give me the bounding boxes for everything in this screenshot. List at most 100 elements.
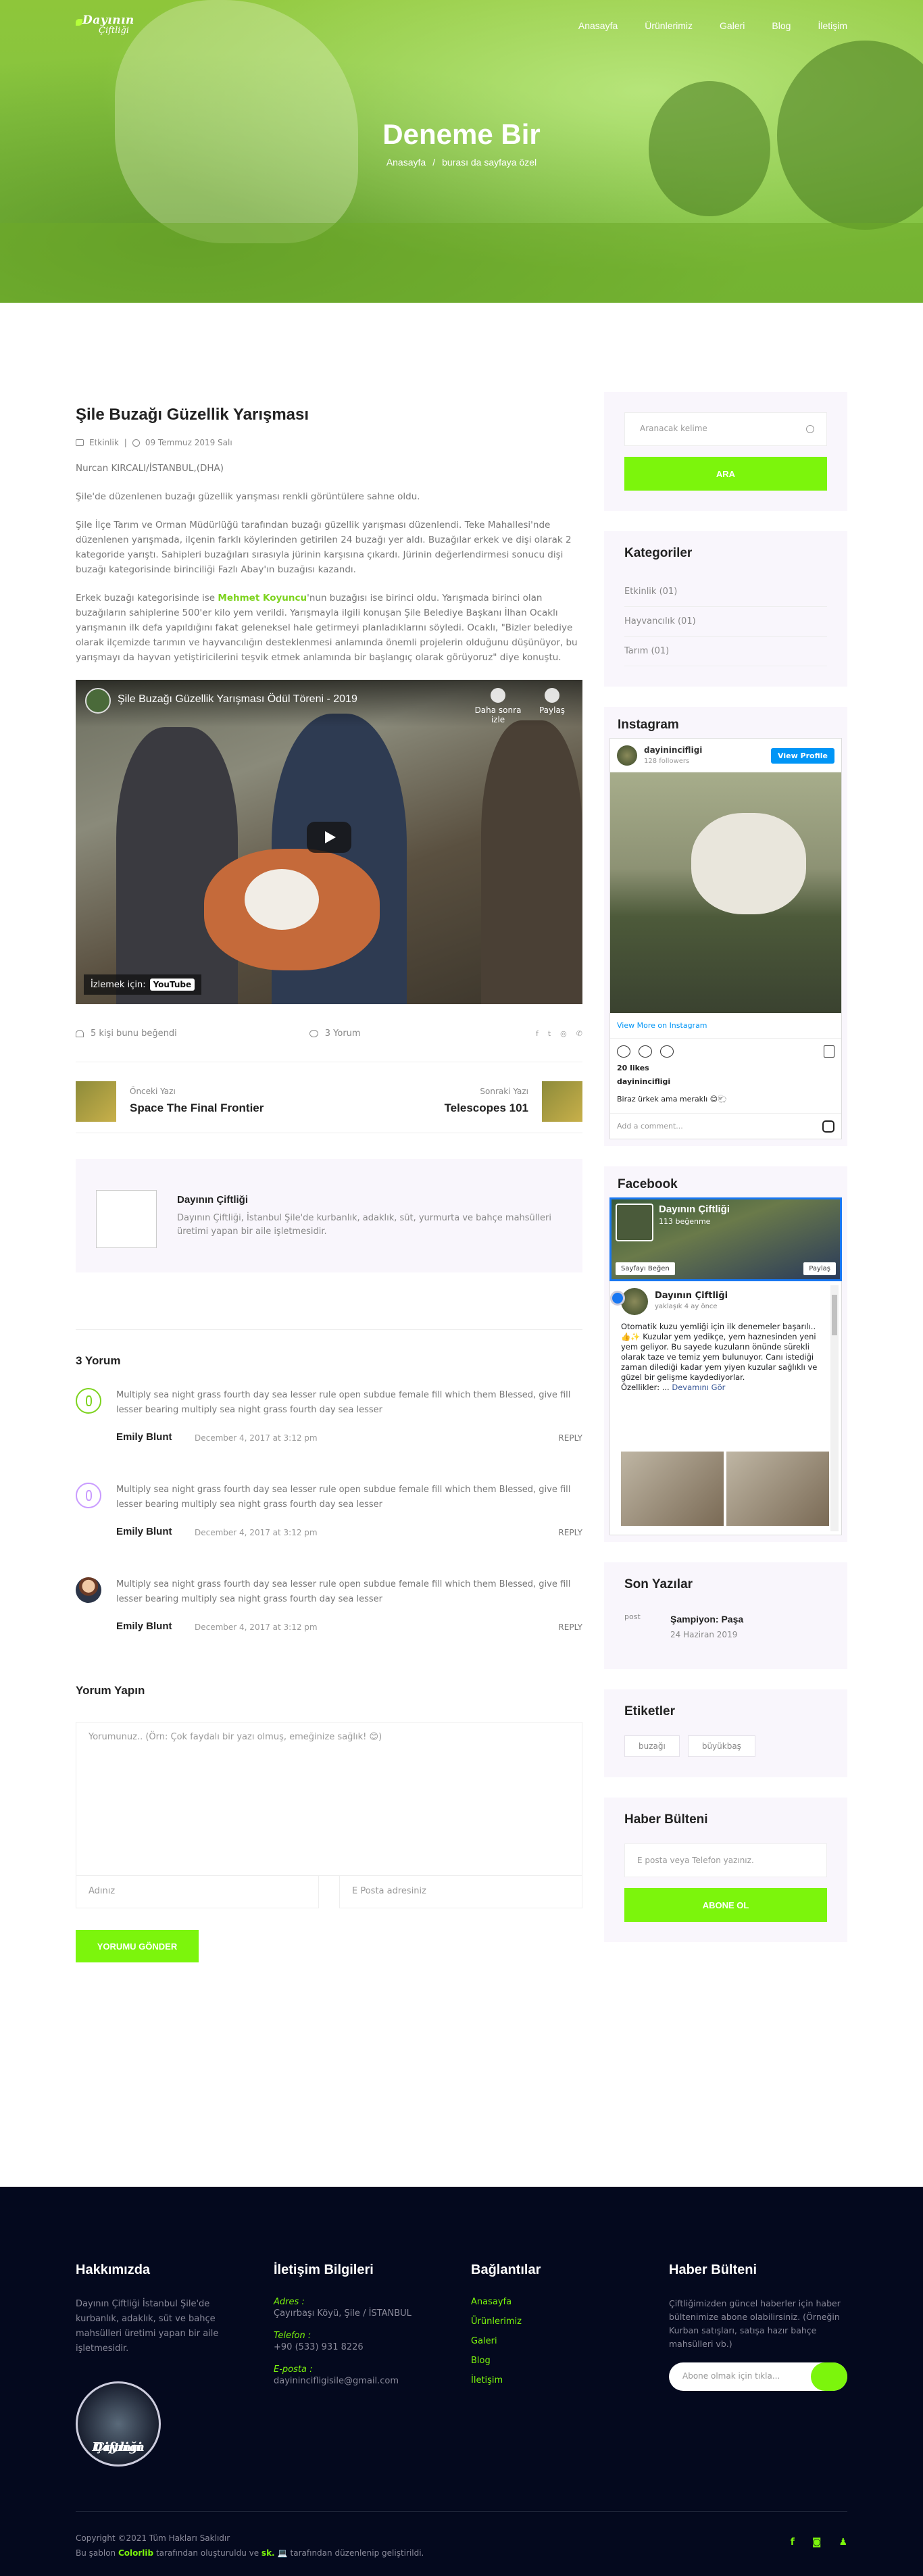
next-post-title[interactable]: Telescopes 101 [445, 1101, 528, 1115]
youtube-icon[interactable]: ♟ [839, 2535, 847, 2550]
footer-logo[interactable]: Dayının Çiftliği [76, 2381, 161, 2467]
nav-galeri[interactable]: Galeri [720, 20, 745, 31]
email-input[interactable]: E Posta adresiniz [339, 1876, 582, 1908]
watch-on-youtube[interactable]: İzlemek için: YouTube [84, 974, 202, 995]
search-input[interactable]: Aranacak kelime [624, 412, 827, 446]
instagram-add-comment[interactable]: Add a comment... [610, 1113, 841, 1139]
instagram-caption-user[interactable]: dayinincifligi [617, 1075, 834, 1089]
facebook-post-time[interactable]: yaklaşık 4 ay önce [655, 1302, 718, 1312]
footer-link-anasayfa[interactable]: Anasayfa [471, 2297, 633, 2307]
prev-post-title[interactable]: Space The Final Frontier [130, 1101, 264, 1115]
facebook-post-image[interactable] [621, 1452, 724, 1526]
facebook-like-button[interactable]: Sayfayı Beğen [616, 1262, 675, 1275]
share-icon[interactable] [660, 1045, 674, 1058]
instagram-username[interactable]: dayinincifligi [644, 745, 702, 755]
instagram-icon[interactable]: ◙ [812, 2535, 822, 2550]
whatsapp-icon[interactable]: ✆ [576, 1029, 582, 1038]
author-name: Dayının Çiftliği [177, 1194, 248, 1206]
video-share-button[interactable]: Paylaş [528, 688, 576, 715]
facebook-icon[interactable]: f [536, 1029, 539, 1038]
recent-posts-widget: Son Yazılar post Şampiyon: Paşa 24 Hazir… [604, 1562, 847, 1669]
comment-textarea[interactable]: Yorumunuz.. (Örn: Çok faydalı bir yazı o… [76, 1722, 582, 1876]
logo-text-2: Çiftliği [99, 26, 129, 36]
view-more-instagram-link[interactable]: View More on Instagram [610, 1013, 841, 1039]
footer-link-urunlerimiz[interactable]: Ürünlerimiz [471, 2317, 633, 2327]
see-more-link[interactable]: Devamını Gör [672, 1383, 725, 1392]
phone-value[interactable]: +90 (533) 931 8226 [274, 2342, 449, 2352]
instagram-photo[interactable] [610, 772, 841, 1013]
watch-later-button[interactable]: Daha sonra izle [474, 688, 522, 724]
add-comment-placeholder: Add a comment... [617, 1122, 683, 1131]
footer-link-galeri[interactable]: Galeri [471, 2336, 633, 2346]
facebook-cover[interactable]: Dayının Çiftliği 113 beğenme Sayfayı Beğ… [609, 1197, 842, 1281]
footer-link-blog[interactable]: Blog [471, 2356, 633, 2366]
reply-button[interactable]: REPLY [558, 1623, 582, 1632]
colorlib-link[interactable]: Colorlib [118, 2548, 153, 2558]
facebook-post-text: Otomatik kuzu yemliği için ilk denemeler… [621, 1322, 824, 1393]
facebook-scrollbar[interactable] [830, 1285, 839, 1531]
recent-post-date: 24 Haziran 2019 [670, 1630, 738, 1639]
comment-icon[interactable] [639, 1045, 652, 1058]
post-category[interactable]: Etkinlik [89, 438, 119, 447]
bookmark-icon[interactable] [824, 1045, 834, 1058]
search-icon[interactable] [806, 425, 814, 433]
credit-text: tarafından oluşturuldu ve [153, 2548, 261, 2558]
category-item[interactable]: Tarım (01) [624, 637, 827, 666]
sprout-icon [76, 19, 82, 26]
sk-link[interactable]: sk. 💻 [261, 2548, 288, 2558]
tag-item[interactable]: buzağı [624, 1735, 680, 1757]
newsletter-input[interactable]: E posta veya Telefon yazınız. [624, 1843, 827, 1877]
comments-count[interactable]: 3 Yorum [325, 1029, 361, 1039]
instagram-icon[interactable]: ◎ [560, 1029, 567, 1038]
facebook-post-avatar[interactable] [621, 1288, 648, 1315]
breadcrumb-home[interactable]: Anasayfa [386, 157, 426, 168]
instagram-avatar[interactable] [617, 745, 637, 766]
play-button[interactable] [307, 822, 351, 853]
tag-item[interactable]: büyükbaş [687, 1735, 755, 1757]
site-logo[interactable]: Dayının Çiftliği [76, 12, 146, 39]
scrollbar-thumb[interactable] [832, 1295, 837, 1335]
prev-post-thumbnail[interactable] [76, 1081, 116, 1122]
submit-comment-button[interactable]: YORUMU GÖNDER [76, 1930, 199, 1962]
nav-iletisim[interactable]: İletişim [818, 20, 847, 31]
reply-button[interactable]: REPLY [558, 1433, 582, 1443]
nav-urunlerimiz[interactable]: Ürünlerimiz [645, 20, 693, 31]
nav-anasayfa[interactable]: Anasayfa [578, 20, 618, 31]
youtube-video-embed[interactable]: Şile Buzağı Güzellik Yarışması Ödül Töre… [76, 680, 582, 1004]
facebook-share-button[interactable]: Paylaş [803, 1262, 836, 1275]
category-item[interactable]: Etkinlik (01) [624, 577, 827, 607]
post-date: 09 Temmuz 2019 Salı [145, 438, 232, 447]
recent-post-image: post [624, 1612, 641, 1621]
footer-links: Bağlantılar Anasayfa Ürünlerimiz Galeri … [471, 2262, 633, 2395]
reply-button[interactable]: REPLY [558, 1528, 582, 1537]
recent-post-title[interactable]: Şampiyon: Paşa [670, 1614, 743, 1625]
send-icon[interactable] [811, 2362, 847, 2391]
heart-icon[interactable] [617, 1045, 630, 1058]
search-button[interactable]: ARA [624, 457, 827, 491]
facebook-page-name[interactable]: Dayının Çiftliği [659, 1204, 730, 1215]
breadcrumb-separator: / [432, 157, 436, 168]
email-value[interactable]: dayinincifligisile@gmail.com [274, 2376, 449, 2386]
footer-newsletter-input[interactable]: Abone olmak için tıkla... [669, 2362, 847, 2391]
category-item[interactable]: Hayvancılık (01) [624, 607, 827, 637]
instagram-logo-icon[interactable] [822, 1120, 834, 1133]
view-profile-button[interactable]: View Profile [771, 748, 834, 764]
avatar-icon [86, 1490, 92, 1501]
facebook-post-author[interactable]: Dayının Çiftliği [655, 1291, 728, 1301]
next-post-thumbnail[interactable] [542, 1081, 582, 1122]
twitter-icon[interactable]: t [548, 1029, 551, 1038]
footer-link-iletisim[interactable]: İletişim [471, 2375, 633, 2385]
heart-icon[interactable] [76, 1030, 84, 1037]
comment-form-heading: Yorum Yapın [76, 1684, 145, 1697]
facebook-post-image[interactable] [726, 1452, 829, 1526]
name-input[interactable]: Adınız [76, 1876, 319, 1908]
nav-blog[interactable]: Blog [772, 20, 791, 31]
subscribe-button[interactable]: ABONE OL [624, 1888, 827, 1922]
footer-about: Hakkımızda Dayının Çiftliği İstanbul Şil… [76, 2262, 238, 2467]
credit-text: Bu şablon [76, 2548, 118, 2558]
recent-post-item[interactable]: post Şampiyon: Paşa 24 Haziran 2019 [624, 1608, 827, 1649]
video-title[interactable]: Şile Buzağı Güzellik Yarışması Ödül Töre… [118, 693, 357, 705]
facebook-icon[interactable]: f [791, 2535, 795, 2550]
channel-avatar[interactable] [85, 688, 111, 714]
footer-social: f ◙ ♟ [791, 2535, 847, 2550]
